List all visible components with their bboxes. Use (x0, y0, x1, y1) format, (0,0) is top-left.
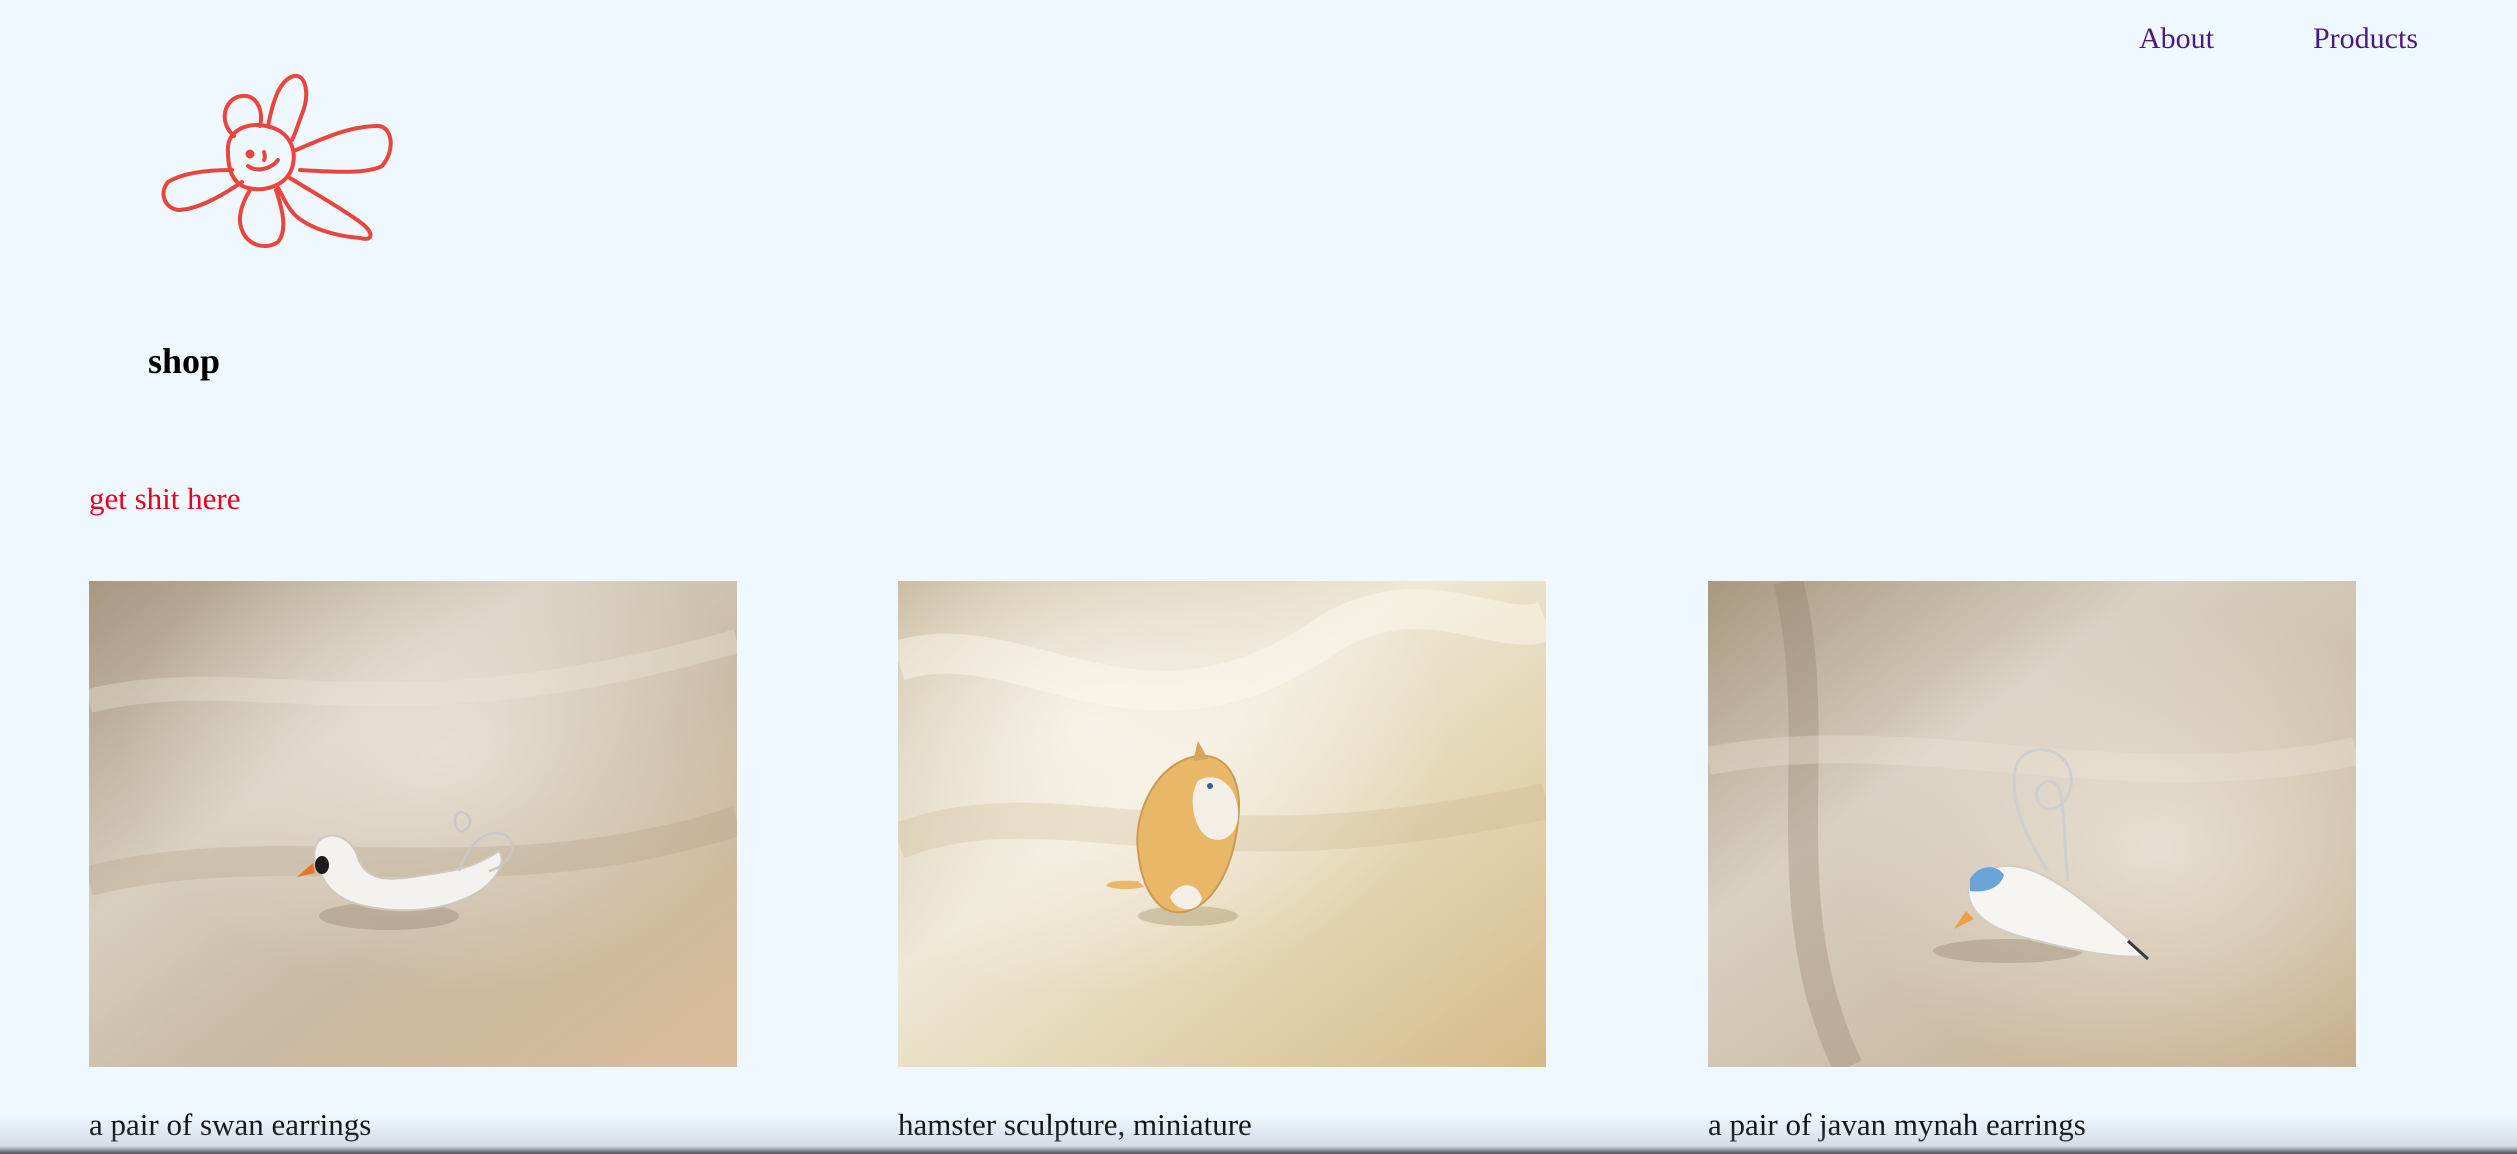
product-card[interactable]: a pair of javan mynah earrings (1708, 581, 2356, 1145)
nav-link-about[interactable]: About (2139, 18, 2214, 60)
flower-logo-icon[interactable] (160, 70, 430, 255)
product-caption[interactable]: a pair of swan earrings (89, 1105, 737, 1145)
top-nav: About Products (2139, 18, 2418, 60)
product-caption[interactable]: hamster sculpture, miniature (898, 1105, 1546, 1145)
tagline: get shit here (89, 481, 241, 516)
javan-mynah-earring-photo[interactable] (1708, 581, 2356, 1067)
hamster-sculpture-photo[interactable] (898, 581, 1546, 1067)
page-title: shop (148, 341, 221, 381)
product-card[interactable]: a pair of swan earrings (89, 581, 737, 1145)
swan-earring-photo[interactable] (89, 581, 737, 1067)
shop-page: About Products shop get shit here a pair… (0, 0, 2517, 1154)
product-card[interactable]: hamster sculpture, miniature (898, 581, 1546, 1145)
product-caption[interactable]: a pair of javan mynah earrings (1708, 1105, 2356, 1145)
nav-link-products[interactable]: Products (2313, 18, 2418, 60)
